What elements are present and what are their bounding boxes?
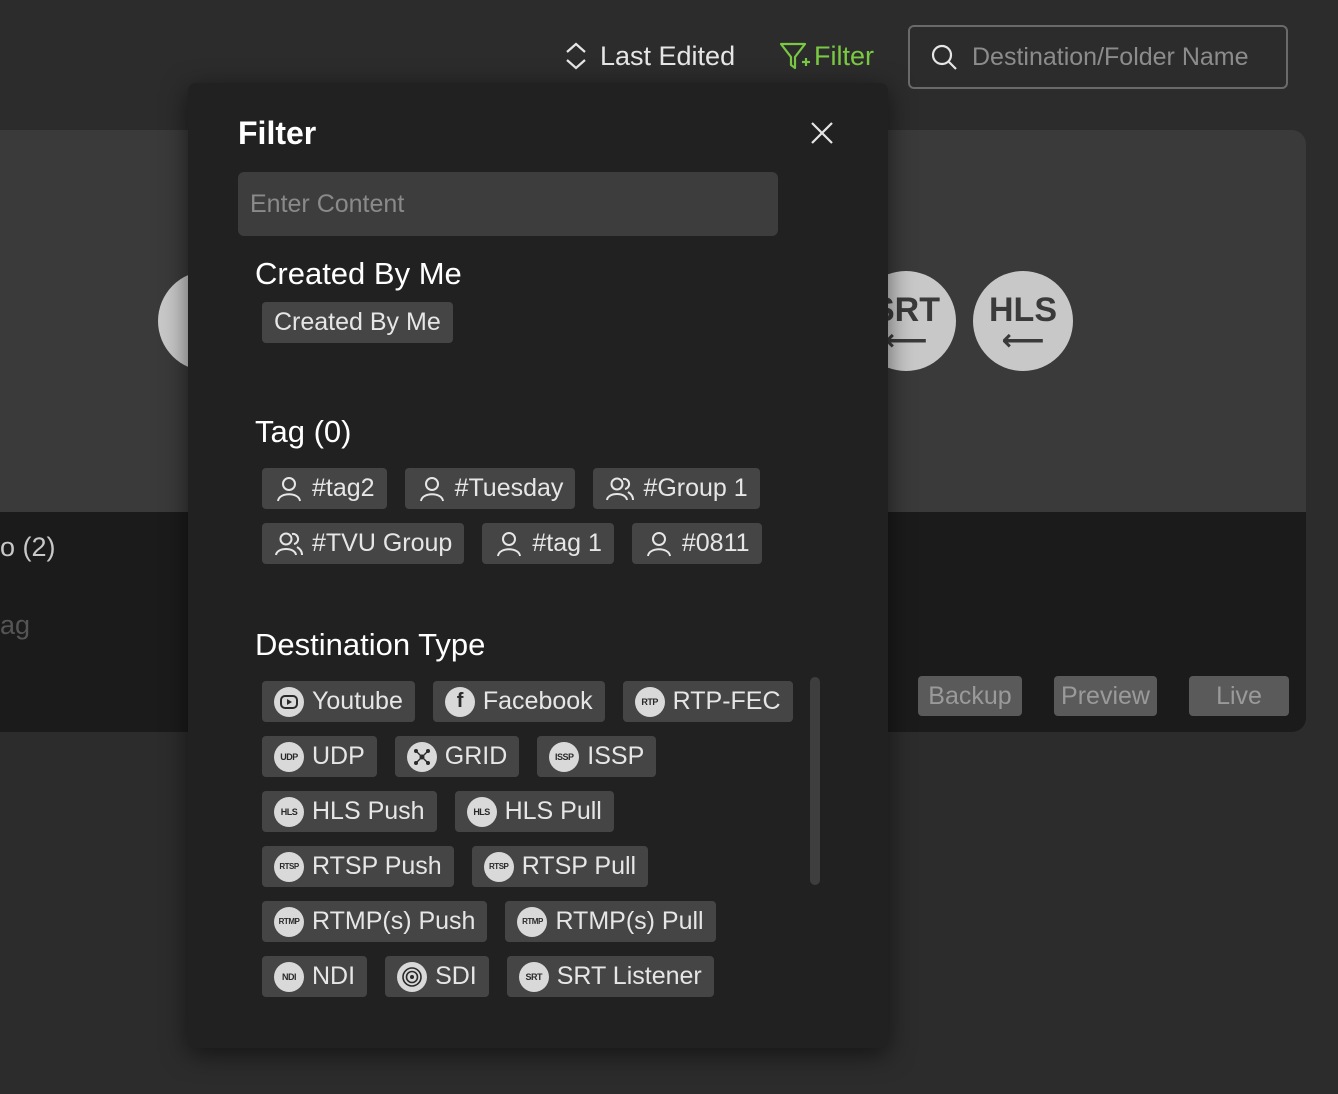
sort-label: Last Edited	[600, 40, 736, 71]
youtube-icon	[274, 686, 304, 717]
destination-search-input[interactable]	[972, 42, 1272, 72]
rtp-fec-chip[interactable]: RTP RTP-FEC	[622, 681, 793, 722]
udp-icon: UDP	[274, 741, 304, 772]
panel-scrollbar[interactable]	[810, 677, 820, 885]
facebook-icon: f	[444, 686, 475, 717]
rtmp-push-chip[interactable]: RTMP RTMP(s) Push	[262, 901, 488, 942]
udp-chip[interactable]: UDP UDP	[262, 736, 377, 777]
filter-label: Filter	[814, 40, 874, 71]
hls-pull-chip[interactable]: HLS HLS Pull	[454, 791, 614, 832]
issp-icon: ISSP	[549, 741, 580, 772]
tag-chip[interactable]: #tag 1	[482, 523, 614, 564]
youtube-chip[interactable]: Youtube	[262, 681, 415, 722]
live-button[interactable]: Live	[1189, 676, 1289, 716]
user-icon	[419, 476, 444, 501]
rtmp-push-icon: RTMP	[274, 906, 304, 937]
rtmp-pull-chip[interactable]: RTMP RTMP(s) Pull	[505, 901, 716, 942]
users-icon	[606, 477, 635, 500]
srt-listener-icon: SRT	[518, 961, 549, 992]
grid-icon	[406, 741, 437, 772]
srt-listener-chip[interactable]: SRT SRT Listener	[506, 956, 714, 997]
filter-content-input[interactable]	[238, 172, 778, 236]
rtp-icon: RTP	[634, 686, 665, 717]
sdi-chip[interactable]: SDI	[385, 956, 489, 997]
destination-page: Last Edited Filter SRT ⟵ HLS ⟵	[0, 0, 1338, 1094]
search-box	[908, 25, 1288, 89]
user-icon	[646, 531, 671, 556]
sort-icon	[566, 42, 586, 70]
card-tag: ag	[0, 610, 31, 640]
backup-button[interactable]: Backup	[918, 676, 1022, 716]
arrow-left-icon: ⟵	[1001, 323, 1045, 357]
type-chips: Youtube f Facebook RTP RTP-FEC UDP UDP G…	[262, 681, 802, 997]
tag-chip[interactable]: #0811	[631, 523, 762, 564]
rtsp-push-chip[interactable]: RTSP RTSP Push	[262, 846, 454, 887]
hls-push-chip[interactable]: HLS HLS Push	[262, 791, 437, 832]
rtsp-pull-icon: RTSP	[483, 851, 514, 882]
filter-panel-title: Filter	[238, 115, 317, 151]
tag-section-title: Tag (0)	[255, 414, 352, 449]
users-icon	[275, 532, 303, 555]
filter-icon	[779, 42, 810, 70]
user-icon	[497, 531, 522, 556]
ndi-icon: NDI	[274, 961, 304, 992]
user-icon	[277, 476, 301, 501]
rtsp-push-icon: RTSP	[274, 851, 304, 882]
tag-chip[interactable]: #Group 1	[593, 468, 760, 509]
filter-button[interactable]: Filter	[778, 36, 874, 76]
close-icon[interactable]	[806, 117, 838, 149]
ndi-chip[interactable]: NDI NDI	[262, 956, 368, 997]
issp-chip[interactable]: ISSP ISSP	[537, 736, 657, 777]
sdi-icon	[397, 961, 428, 992]
created-section-title: Created By Me	[255, 256, 462, 291]
created-chips: Created By Me	[262, 302, 453, 343]
hls-pull-icon: HLS	[466, 796, 497, 827]
arrow-left-icon: ⟵	[884, 323, 928, 357]
preview-button[interactable]: Preview	[1054, 676, 1157, 716]
type-section-title: Destination Type	[255, 627, 486, 662]
tag-chip[interactable]: #tag2	[262, 468, 387, 509]
created-by-me-chip[interactable]: Created By Me	[262, 302, 453, 343]
rtmp-pull-icon: RTMP	[517, 906, 548, 937]
search-icon	[931, 44, 957, 70]
filter-panel: Filter Created By Me Created By Me Tag (…	[188, 83, 888, 1048]
rtsp-pull-chip[interactable]: RTSP RTSP Pull	[471, 846, 649, 887]
hls-push-icon: HLS	[274, 796, 304, 827]
tag-chip[interactable]: #Tuesday	[404, 468, 576, 509]
tag-chip[interactable]: #TVU Group	[262, 523, 465, 564]
facebook-chip[interactable]: f Facebook	[432, 681, 605, 722]
grid-chip[interactable]: GRID	[394, 736, 520, 777]
hls-protocol-circle: HLS ⟵	[973, 271, 1073, 371]
sort-button[interactable]: Last Edited	[564, 36, 735, 76]
tag-chips: #tag2 #Tuesday #Group 1 #TVU Group #tag …	[262, 468, 802, 564]
card-title: o (2)	[0, 532, 56, 562]
